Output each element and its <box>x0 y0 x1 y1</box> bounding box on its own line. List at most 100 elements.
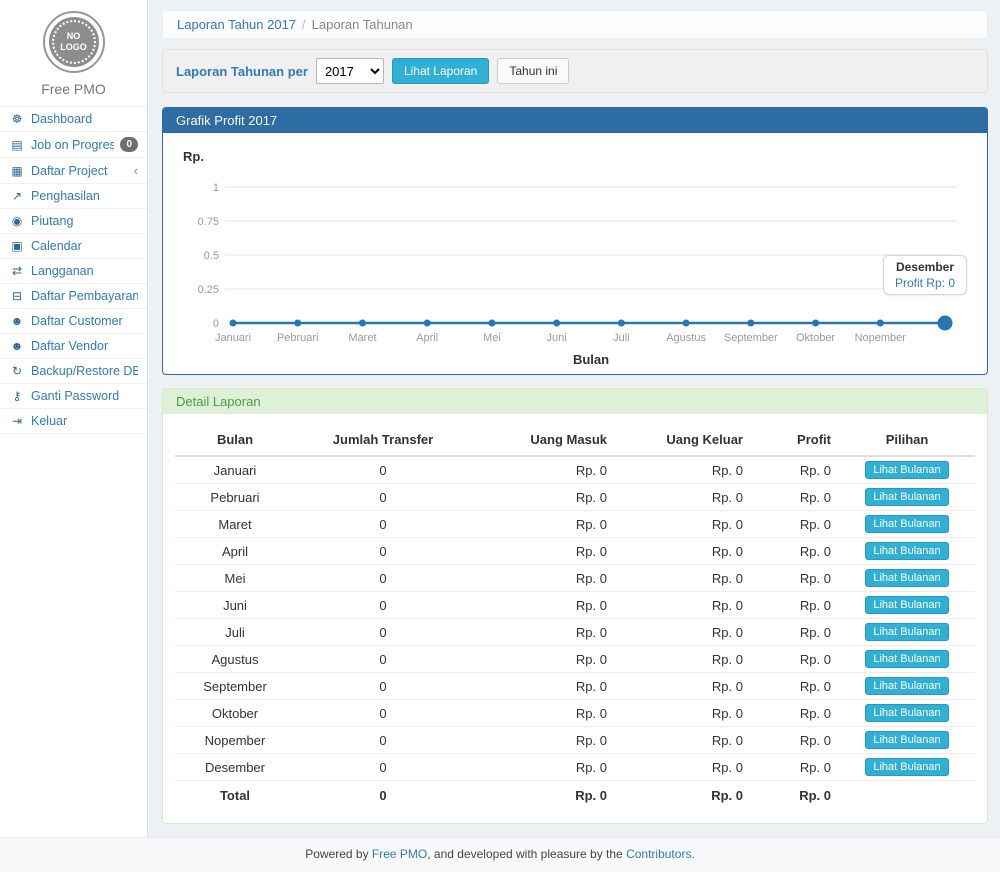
lihat-bulanan-button[interactable]: Lihat Bulanan <box>865 704 948 722</box>
table-row: Desember0Rp. 0Rp. 0Rp. 0Lihat Bulanan <box>175 754 975 781</box>
cell-jumlah-transfer: 0 <box>295 673 471 700</box>
svg-text:0.5: 0.5 <box>204 250 219 262</box>
cell-jumlah-transfer: 0 <box>295 754 471 781</box>
cell-bulan: Agustus <box>175 646 295 673</box>
refresh-icon: ↻ <box>9 364 25 378</box>
count-badge: 0 <box>120 137 138 152</box>
breadcrumb-separator: / <box>302 17 306 32</box>
detail-laporan-panel: Detail Laporan BulanJumlah TransferUang … <box>162 388 988 824</box>
footer-text-middle: , and developed with pleasure by the <box>427 847 626 861</box>
sidebar-item-keluar[interactable]: ⇥Keluar <box>0 409 147 434</box>
column-header: Pilihan <box>839 424 975 456</box>
lihat-bulanan-button[interactable]: Lihat Bulanan <box>865 488 948 506</box>
dashboard-icon: ☸ <box>9 112 25 126</box>
sidebar-item-label: Ganti Password <box>31 389 138 403</box>
cell-profit: Rp. 0 <box>751 484 839 511</box>
lihat-bulanan-button[interactable]: Lihat Bulanan <box>865 677 948 695</box>
table-row: Oktober0Rp. 0Rp. 0Rp. 0Lihat Bulanan <box>175 700 975 727</box>
list-icon: ▤ <box>9 138 25 152</box>
sidebar-item-piutang[interactable]: ◉Piutang <box>0 209 147 234</box>
cell-uang-masuk: Rp. 0 <box>471 673 615 700</box>
cell-bulan: Januari <box>175 456 295 484</box>
cell-uang-keluar: Rp. 0 <box>615 754 751 781</box>
cell-profit: Rp. 0 <box>751 673 839 700</box>
sidebar-item-daftar-pembayaran[interactable]: ⊟Daftar Pembayaran <box>0 284 147 309</box>
sidebar-item-job-on-progress[interactable]: ▤Job on Progress0 <box>0 132 147 158</box>
svg-text:1: 1 <box>213 182 219 194</box>
lihat-laporan-button[interactable]: Lihat Laporan <box>392 58 489 84</box>
cell-profit: Rp. 0 <box>751 565 839 592</box>
filter-label: Laporan Tahunan per <box>176 64 308 79</box>
sidebar-item-dashboard[interactable]: ☸Dashboard <box>0 107 147 132</box>
svg-text:0.25: 0.25 <box>198 284 219 296</box>
footer-brand-link[interactable]: Free PMO <box>372 847 427 861</box>
sidebar-item-daftar-project[interactable]: ▦Daftar Project‹ <box>0 158 147 184</box>
svg-text:Maret: Maret <box>348 332 376 344</box>
cell-uang-masuk: Rp. 0 <box>471 565 615 592</box>
lihat-bulanan-button[interactable]: Lihat Bulanan <box>865 596 948 614</box>
cell-uang-masuk: Rp. 0 <box>471 727 615 754</box>
detail-panel-title: Detail Laporan <box>163 389 987 414</box>
cell-bulan: Mei <box>175 565 295 592</box>
money-icon: ⊟ <box>9 289 25 303</box>
cell-jumlah-transfer: 0 <box>295 619 471 646</box>
cell-profit: Rp. 0 <box>751 754 839 781</box>
breadcrumb-link[interactable]: Laporan Tahun 2017 <box>177 17 296 32</box>
cell-pilihan: Lihat Bulanan <box>839 565 975 592</box>
cell-pilihan: Lihat Bulanan <box>839 754 975 781</box>
sign-out-icon: ⇥ <box>9 414 25 428</box>
sidebar-item-daftar-vendor[interactable]: ☻Daftar Vendor <box>0 334 147 359</box>
cell-jumlah-transfer: 0 <box>295 511 471 538</box>
cell-pilihan: Lihat Bulanan <box>839 646 975 673</box>
profit-chart[interactable]: 00.250.50.751Rp.JanuariPebruariMaretApri… <box>175 143 975 369</box>
sidebar-item-langganan[interactable]: ⇄Langganan <box>0 259 147 284</box>
cell-profit: Rp. 0 <box>751 727 839 754</box>
sidebar-item-daftar-customer[interactable]: ☻Daftar Customer <box>0 309 147 334</box>
table-row: Januari0Rp. 0Rp. 0Rp. 0Lihat Bulanan <box>175 456 975 484</box>
money-icon: ◉ <box>9 214 25 228</box>
cell-profit: Rp. 0 <box>751 592 839 619</box>
cell-uang-keluar: Rp. 0 <box>615 484 751 511</box>
cell-uang-masuk: Rp. 0 <box>471 700 615 727</box>
svg-text:Rp.: Rp. <box>183 149 204 164</box>
cell-jumlah-transfer: 0 <box>295 538 471 565</box>
sidebar-item-ganti-password[interactable]: ⚷Ganti Password <box>0 384 147 409</box>
lihat-bulanan-button[interactable]: Lihat Bulanan <box>865 731 948 749</box>
cell-jumlah-transfer: 0 <box>295 456 471 484</box>
lihat-bulanan-button[interactable]: Lihat Bulanan <box>865 758 948 776</box>
sidebar-item-backup-restore-db[interactable]: ↻Backup/Restore DB <box>0 359 147 384</box>
report-filter-panel: Laporan Tahunan per 2017 Lihat Laporan T… <box>162 49 988 93</box>
tooltip-month: Desember <box>895 260 955 274</box>
lihat-bulanan-button[interactable]: Lihat Bulanan <box>865 650 948 668</box>
year-select[interactable]: 2017 <box>316 58 384 84</box>
breadcrumb-current: Laporan Tahunan <box>312 17 413 32</box>
profit-chart-panel: Grafik Profit 2017 00.250.50.751Rp.Janua… <box>162 107 988 375</box>
sidebar-item-calendar[interactable]: ▣Calendar <box>0 234 147 259</box>
cell-pilihan: Lihat Bulanan <box>839 511 975 538</box>
no-logo-icon: NO LOGO <box>49 17 99 67</box>
footer-contributors-link[interactable]: Contributors. <box>626 847 695 861</box>
svg-text:Bulan: Bulan <box>573 352 609 367</box>
cell-jumlah-transfer: 0 <box>295 592 471 619</box>
cell-uang-masuk: Rp. 0 <box>471 754 615 781</box>
total-label: Total <box>175 781 295 808</box>
logo-block: NO LOGO Free PMO <box>0 0 147 107</box>
lihat-bulanan-button[interactable]: Lihat Bulanan <box>865 515 948 533</box>
cell-uang-keluar: Rp. 0 <box>615 565 751 592</box>
lihat-bulanan-button[interactable]: Lihat Bulanan <box>865 542 948 560</box>
cell-uang-keluar: Rp. 0 <box>615 538 751 565</box>
cell-bulan: Maret <box>175 511 295 538</box>
lihat-bulanan-button[interactable]: Lihat Bulanan <box>865 461 948 479</box>
chart-panel-body: 00.250.50.751Rp.JanuariPebruariMaretApri… <box>163 133 987 374</box>
sidebar-item-penghasilan[interactable]: ↗Penghasilan <box>0 184 147 209</box>
svg-text:April: April <box>416 332 438 344</box>
total-profit: Rp. 0 <box>751 781 839 808</box>
calendar-icon: ▣ <box>9 239 25 253</box>
svg-text:Pebruari: Pebruari <box>277 332 319 344</box>
column-header: Uang Keluar <box>615 424 751 456</box>
tahun-ini-button[interactable]: Tahun ini <box>497 58 569 84</box>
lihat-bulanan-button[interactable]: Lihat Bulanan <box>865 569 948 587</box>
lihat-bulanan-button[interactable]: Lihat Bulanan <box>865 623 948 641</box>
cell-uang-masuk: Rp. 0 <box>471 646 615 673</box>
cell-pilihan: Lihat Bulanan <box>839 538 975 565</box>
